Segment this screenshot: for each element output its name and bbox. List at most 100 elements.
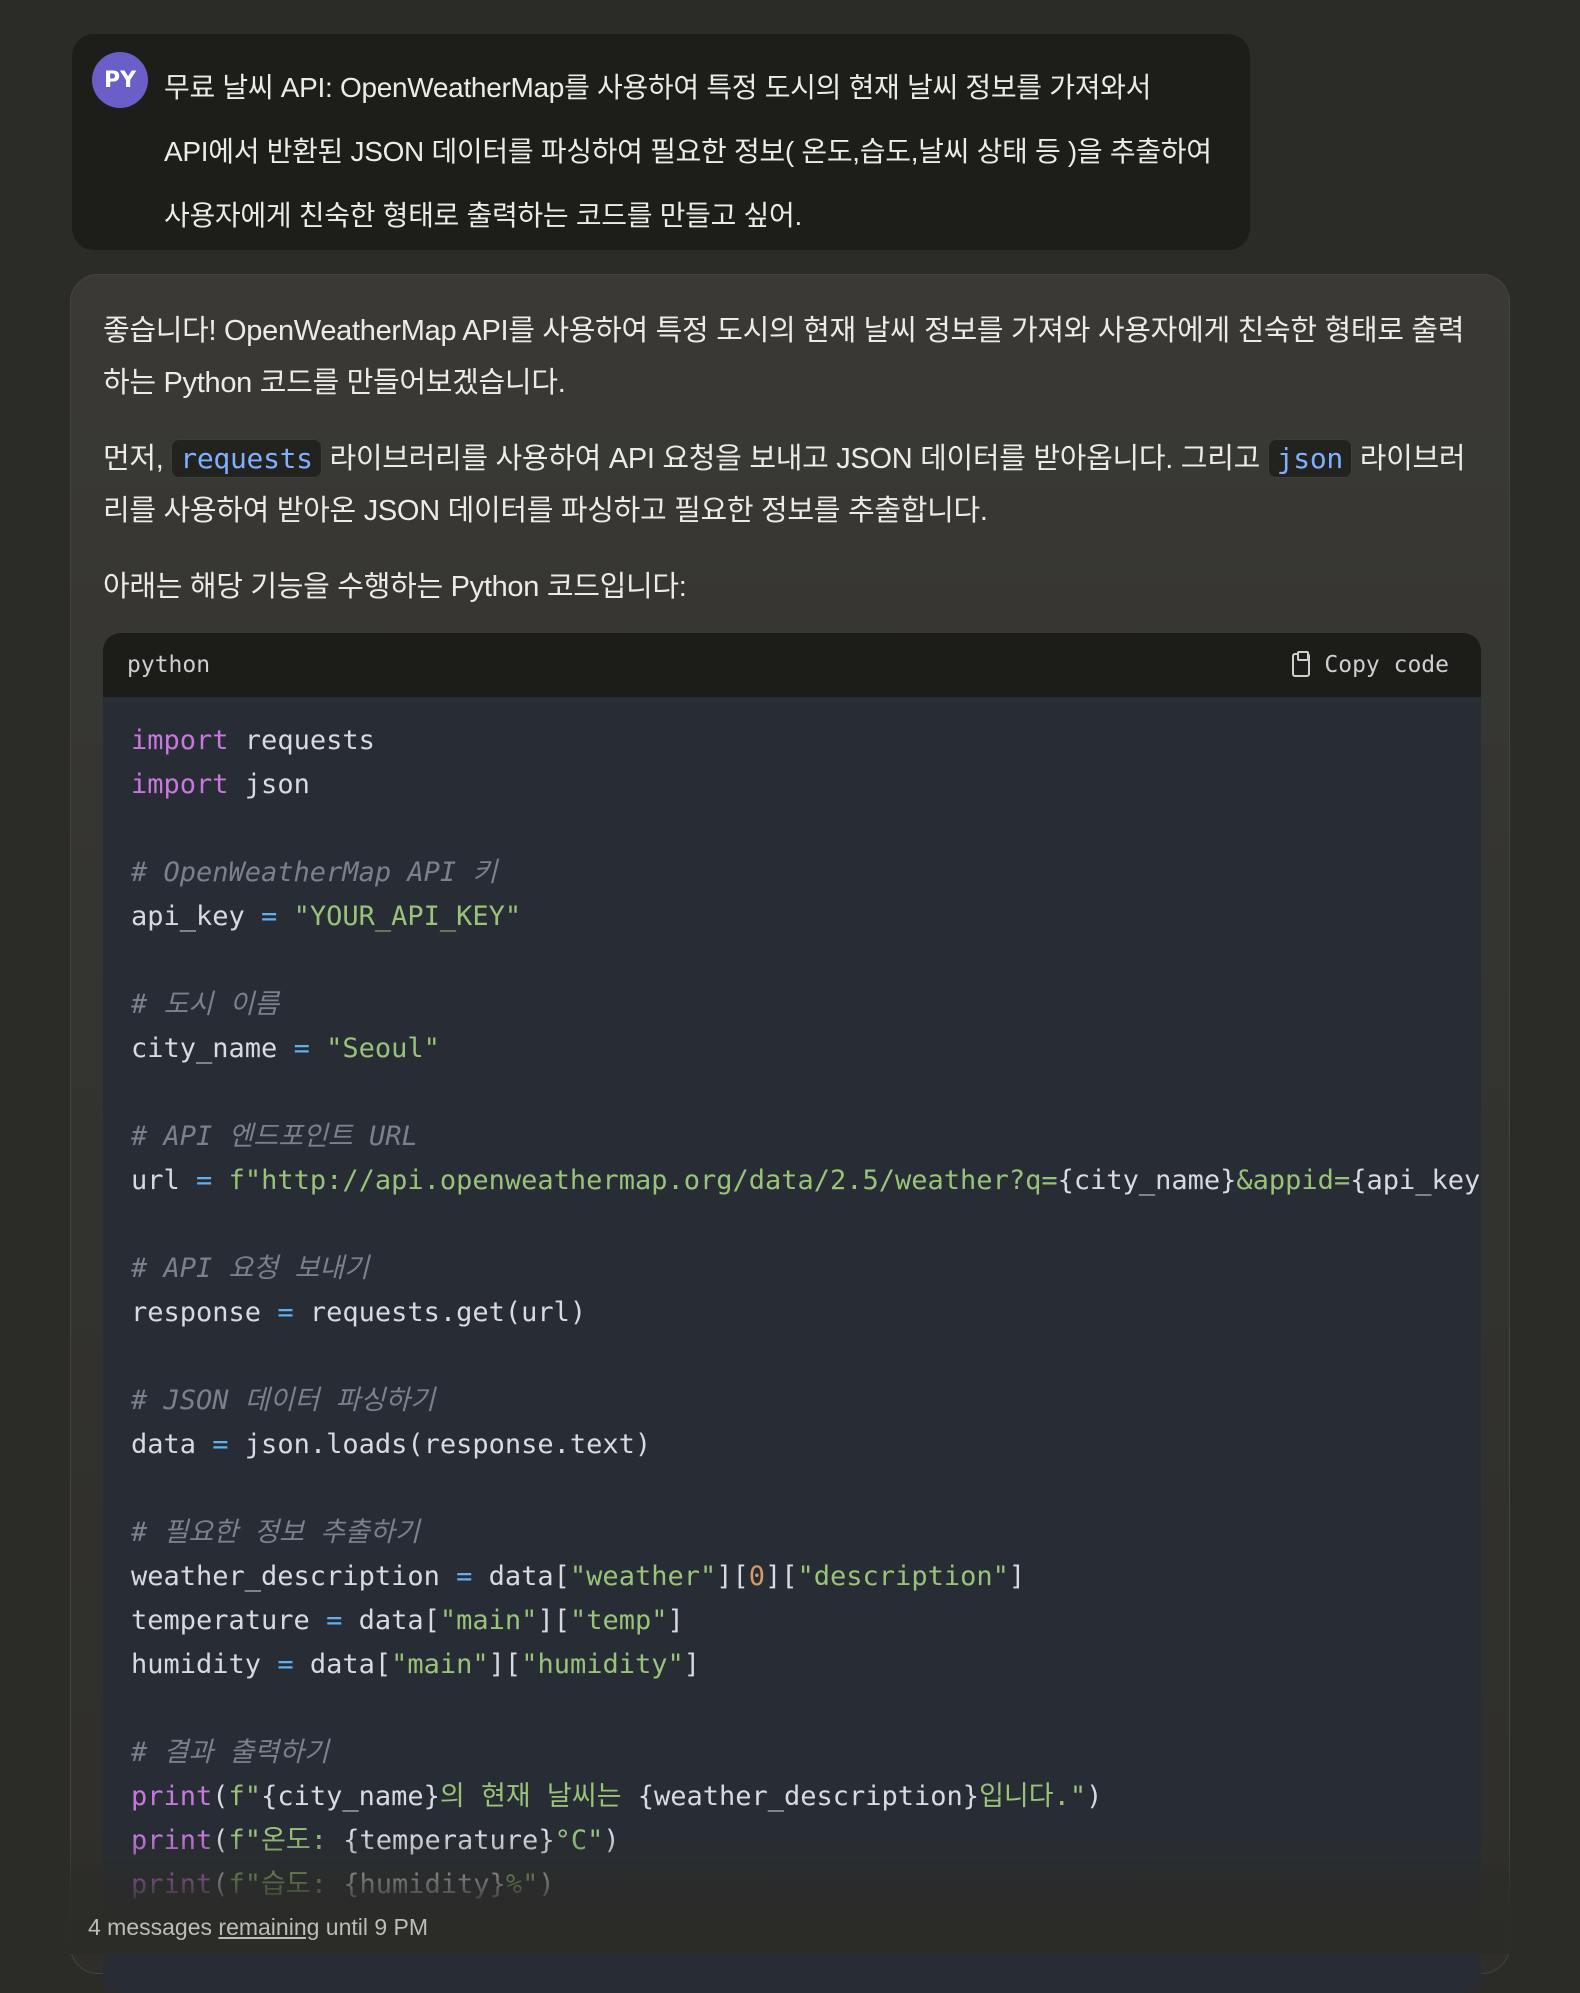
footer-text: until 9 PM (319, 1914, 429, 1940)
code-line: # 결과 출력하기 (131, 1731, 1481, 1775)
inline-code-requests: requests (171, 439, 322, 478)
code-token: {weather_description} (637, 1781, 980, 1812)
code-token: "main" (439, 1605, 538, 1636)
code-line: humidity = data["main"]["humidity"] (131, 1643, 1481, 1687)
code-token: response (131, 1297, 278, 1328)
code-token: # JSON 데이터 파싱하기 (131, 1385, 435, 1416)
inline-code-json: json (1267, 439, 1352, 478)
code-token: ] (1008, 1561, 1026, 1592)
code-header: python Copy code (103, 633, 1481, 697)
code-token: {city_name} (1057, 1165, 1237, 1196)
code-token: {api_key} (1350, 1165, 1481, 1196)
code-token: "temp" (569, 1605, 668, 1636)
code-token: ] (667, 1605, 684, 1636)
code-token: "main" (391, 1649, 489, 1680)
code-line: temperature = data["main"]["temp"] (131, 1599, 1481, 1643)
code-token: 입니다." (979, 1781, 1087, 1812)
code-line: # API 엔드포인트 URL (131, 1115, 1481, 1159)
code-token: 0 (748, 1561, 766, 1592)
user-message-line: API에서 반환된 JSON 데이터를 파싱하여 필요한 정보( 온도,습도,날… (164, 136, 1212, 167)
code-token: "YOUR_API_KEY" (293, 901, 522, 932)
clipboard-icon (1292, 651, 1311, 677)
code-token: "weather" (569, 1561, 717, 1592)
code-token: = (456, 1561, 473, 1592)
code-token: "Seoul" (326, 1033, 440, 1064)
remaining-link[interactable]: remaining (218, 1914, 319, 1940)
code-line: weather_description = data["weather"][0]… (131, 1555, 1481, 1599)
code-token: = (277, 1297, 294, 1328)
code-token: temperature (131, 1605, 327, 1636)
code-token: # API 요청 보내기 (131, 1253, 369, 1284)
code-token: # 필요한 정보 추출하기 (131, 1517, 420, 1548)
code-token: print (131, 1781, 213, 1812)
code-token: ][ (765, 1561, 798, 1592)
code-line: api_key = "YOUR_API_KEY" (131, 895, 1481, 939)
code-block: python Copy code import requests import j… (103, 633, 1481, 1993)
copy-code-button[interactable]: Copy code (1292, 651, 1449, 678)
code-token: = (293, 1033, 310, 1064)
code-token: import (131, 725, 229, 756)
footer-text: 4 messages (88, 1914, 219, 1940)
code-token: ][ (716, 1561, 749, 1592)
usage-footer: 4 messages remaining until 9 PM (88, 1914, 428, 1941)
code-token: # OpenWeatherMap API 키 (131, 857, 498, 888)
code-token: ][ (488, 1649, 522, 1680)
code-token: api_key (131, 901, 262, 932)
code-token: json (228, 769, 310, 800)
code-line: response = requests.get(url) (131, 1291, 1481, 1335)
user-message-text: 무료 날씨 API: OpenWeatherMap를 사용하여 특정 도시의 현… (164, 56, 1234, 248)
code-token: = (326, 1605, 343, 1636)
code-line: # OpenWeatherMap API 키 (131, 851, 1481, 895)
code-token: &appid= (1236, 1165, 1351, 1196)
paragraph-text: 라이브러리를 사용하여 API 요청을 보내고 JSON 데이터를 받아옵니다.… (321, 443, 1268, 475)
code-token: "description" (797, 1561, 1009, 1592)
code-token: ( (212, 1781, 229, 1812)
code-token: data (131, 1429, 213, 1460)
code-token: data[ (472, 1561, 570, 1592)
code-token: city_name (131, 1033, 294, 1064)
code-token: f" (228, 1781, 262, 1812)
code-token: requests (228, 725, 375, 756)
code-line: # JSON 데이터 파싱하기 (131, 1379, 1481, 1423)
assistant-paragraph: 아래는 해당 기능을 수행하는 Python 코드입니다: (103, 571, 687, 603)
code-token: weather_description (131, 1561, 457, 1592)
code-token: requests.get(url) (293, 1297, 587, 1328)
code-token: = (261, 901, 278, 932)
code-language-label: python (127, 652, 211, 678)
copy-code-label: Copy code (1324, 652, 1449, 678)
paragraph-text: 먼저, (103, 443, 172, 475)
code-token: json.loads(response.text) (228, 1429, 652, 1460)
user-message-line: 사용자에게 친숙한 형태로 출력하는 코드를 만들고 싶어. (164, 200, 802, 231)
code-token: data[ (293, 1649, 392, 1680)
code-token: ] (683, 1649, 701, 1680)
code-line: city_name = "Seoul" (131, 1027, 1481, 1071)
code-token: import (131, 769, 229, 800)
code-token: humidity (131, 1649, 278, 1680)
code-line: url = f"http://api.openweathermap.org/da… (131, 1159, 1481, 1203)
code-line: import json (131, 763, 1481, 807)
code-token: ) (1086, 1781, 1103, 1812)
code-token: url (131, 1165, 197, 1196)
user-message-line: 무료 날씨 API: OpenWeatherMap를 사용하여 특정 도시의 현… (164, 72, 1152, 103)
code-line: print(f"{city_name}의 현재 날씨는 {weather_des… (131, 1775, 1481, 1819)
code-token: "humidity" (521, 1649, 684, 1680)
code-token: # API 엔드포인트 URL (131, 1121, 418, 1152)
code-token: = (196, 1165, 213, 1196)
assistant-paragraph: 좋습니다! OpenWeatherMap API를 사용하여 특정 도시의 현재… (103, 315, 1465, 399)
code-line: # 도시 이름 (131, 983, 1481, 1027)
code-token: = (277, 1649, 294, 1680)
code-token: data[ (342, 1605, 440, 1636)
code-token: # 도시 이름 (131, 989, 280, 1020)
code-token: # 결과 출력하기 (131, 1737, 329, 1768)
assistant-paragraph: 먼저, requests 라이브러리를 사용하여 API 요청을 보내고 JSO… (103, 433, 1483, 537)
assistant-message: 좋습니다! OpenWeatherMap API를 사용하여 특정 도시의 현재… (70, 274, 1510, 1993)
